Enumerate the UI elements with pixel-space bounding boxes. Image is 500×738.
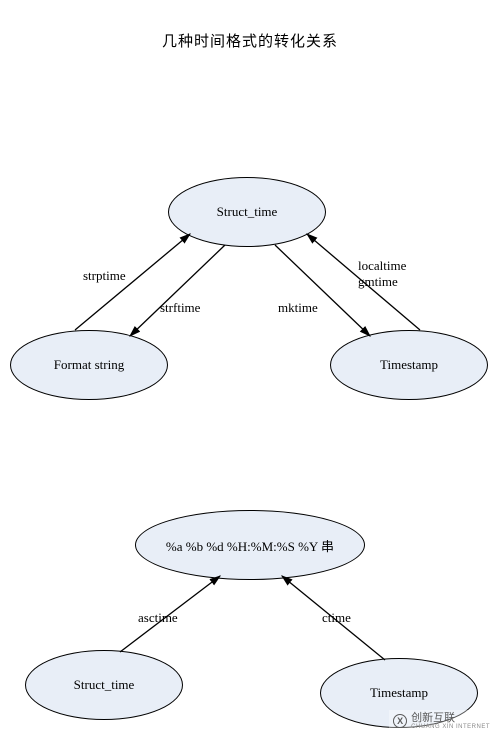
node-label: Struct_time [217, 204, 278, 220]
node-label: Timestamp [380, 357, 438, 373]
edge-label-asctime: asctime [138, 610, 178, 626]
node-label: %a %b %d %H:%M:%S %Y 串 [166, 536, 334, 555]
node-label: Timestamp [370, 685, 428, 701]
node-format-spec: %a %b %d %H:%M:%S %Y 串 [135, 510, 365, 580]
node-label: Struct_time [74, 677, 135, 693]
watermark-logo-letter: X [397, 716, 403, 726]
arrow-strftime [130, 245, 225, 336]
watermark: X 创新互联 CHUANG XIN INTERNET [389, 710, 494, 732]
node-label: Format string [54, 357, 124, 373]
diagram-title: 几种时间格式的转化关系 [0, 30, 500, 51]
edge-label-ctime: ctime [322, 610, 351, 626]
arrow-mktime [275, 245, 370, 336]
watermark-logo: X [393, 714, 407, 728]
watermark-text: 创新互联 CHUANG XIN INTERNET [411, 712, 490, 730]
watermark-brand-cn: 创新互联 [411, 712, 490, 724]
edge-label-strftime: strftime [160, 300, 200, 316]
node-struct-time-2: Struct_time [25, 650, 183, 720]
edge-label-localtime-gmtime: localtime gmtime [358, 258, 406, 290]
edge-label-mktime: mktime [278, 300, 318, 316]
edge-label-strptime: strptime [83, 268, 126, 284]
node-struct-time-1: Struct_time [168, 177, 326, 247]
node-format-string: Format string [10, 330, 168, 400]
diagram-canvas: 几种时间格式的转化关系 Struct_time Format string Ti… [0, 0, 500, 738]
node-timestamp-1: Timestamp [330, 330, 488, 400]
watermark-brand-en: CHUANG XIN INTERNET [411, 724, 490, 730]
